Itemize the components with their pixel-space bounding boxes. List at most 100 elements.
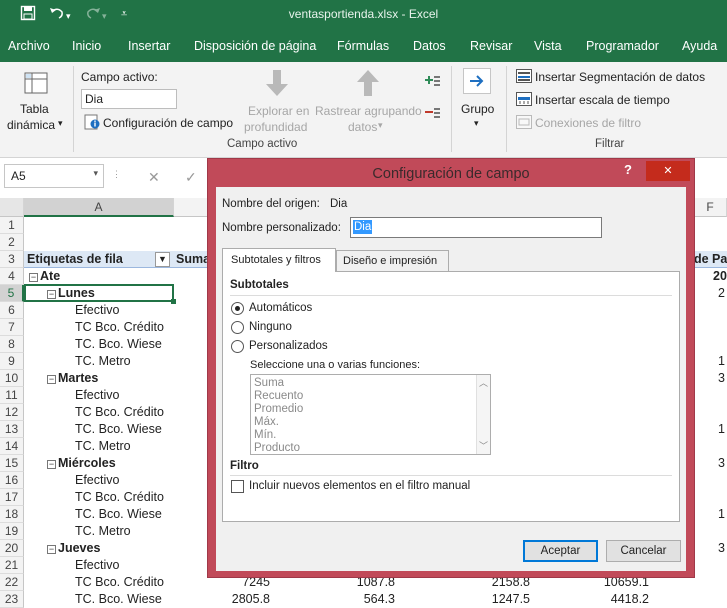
- row-header[interactable]: 3: [0, 251, 24, 268]
- active-field-input[interactable]: Dia: [81, 89, 177, 109]
- collapse-icon[interactable]: −: [29, 273, 38, 282]
- row-label: TC. Metro: [75, 524, 131, 538]
- pivot-table-icon: [23, 70, 49, 99]
- drill-up-label-2[interactable]: datos: [348, 120, 377, 134]
- group-miercoles[interactable]: − Miércoles: [47, 455, 116, 472]
- tab-insertar[interactable]: Insertar: [128, 39, 170, 53]
- group-ate[interactable]: − Ate: [29, 268, 60, 285]
- drill-down-label-1[interactable]: Explorar en: [248, 104, 309, 118]
- list-item[interactable]: Máx.: [254, 416, 279, 428]
- custom-name-input[interactable]: Dia: [350, 217, 602, 238]
- radio-custom[interactable]: [231, 340, 244, 353]
- functions-listbox[interactable]: Suma Recuento Promedio Máx. Mín. Product…: [250, 374, 491, 455]
- row-header[interactable]: 19: [0, 523, 24, 540]
- drill-up-label-1[interactable]: Rastrear agrupando: [315, 104, 422, 118]
- dialog-body: Nombre del origen: Dia Nombre personaliz…: [216, 187, 686, 571]
- chevron-down-icon[interactable]: ▾: [58, 118, 63, 129]
- row-header[interactable]: 10: [0, 370, 24, 387]
- chevron-down-icon[interactable]: ▾: [93, 168, 98, 179]
- tab-revisar[interactable]: Revisar: [470, 39, 512, 53]
- row-label: Efectivo: [75, 473, 120, 487]
- row-header[interactable]: 21: [0, 557, 24, 574]
- row-header[interactable]: 17: [0, 489, 24, 506]
- field-settings-button[interactable]: Configuración de campo: [103, 116, 233, 130]
- enter-formula-icon[interactable]: ✓: [185, 169, 197, 186]
- tab-archivo[interactable]: Archivo: [8, 39, 50, 53]
- row-header[interactable]: 16: [0, 472, 24, 489]
- row-header[interactable]: 22: [0, 574, 24, 591]
- row-header[interactable]: 15: [0, 455, 24, 472]
- scroll-up-icon[interactable]: ︿: [479, 376, 488, 389]
- include-new-checkbox[interactable]: [231, 480, 244, 493]
- row-header[interactable]: 12: [0, 404, 24, 421]
- include-new-label[interactable]: Incluir nuevos elementos en el filtro ma…: [249, 480, 470, 492]
- cancel-button[interactable]: Cancelar: [606, 540, 681, 562]
- row-header[interactable]: 14: [0, 438, 24, 455]
- accept-button[interactable]: Aceptar: [523, 540, 598, 562]
- group-martes[interactable]: − Martes: [47, 370, 98, 387]
- help-button[interactable]: ?: [624, 162, 632, 177]
- tab-datos[interactable]: Datos: [413, 39, 446, 53]
- tab-diseno[interactable]: Diseño e impresión: [336, 250, 449, 271]
- collapse-icon[interactable]: −: [47, 545, 56, 554]
- col-header-f[interactable]: F: [694, 198, 727, 217]
- name-box[interactable]: A5 ▾: [4, 164, 104, 188]
- row-header[interactable]: 4: [0, 268, 24, 285]
- row-header[interactable]: 9: [0, 353, 24, 370]
- group-button[interactable]: Grupo: [461, 102, 494, 116]
- collapse-icon[interactable]: −: [47, 290, 56, 299]
- expand-field-icon[interactable]: [425, 74, 441, 91]
- drill-down-label-2[interactable]: profundidad: [244, 120, 307, 134]
- list-item[interactable]: Recuento: [254, 390, 303, 402]
- row-header[interactable]: 7: [0, 319, 24, 336]
- radio-custom-label[interactable]: Personalizados: [249, 340, 328, 352]
- filter-connections-button[interactable]: Conexiones de filtro: [535, 116, 641, 130]
- list-item[interactable]: Suma: [254, 377, 284, 389]
- filter-dropdown-icon[interactable]: ▼: [155, 252, 170, 267]
- radio-automatic-label[interactable]: Automáticos: [249, 302, 312, 314]
- tab-vista[interactable]: Vista: [534, 39, 562, 53]
- pivot-table-label-1[interactable]: Tabla: [20, 102, 49, 116]
- insert-timeline-button[interactable]: Insertar escala de tiempo: [535, 93, 670, 107]
- tab-inicio[interactable]: Inicio: [72, 39, 101, 53]
- tab-disposicion[interactable]: Disposición de página: [194, 39, 316, 53]
- row-header[interactable]: 20: [0, 540, 24, 557]
- group-jueves[interactable]: − Jueves: [47, 540, 100, 557]
- col-header-a[interactable]: A: [24, 198, 174, 217]
- tab-ayuda[interactable]: Ayuda: [682, 39, 717, 53]
- row-header[interactable]: 8: [0, 336, 24, 353]
- select-all-corner[interactable]: [0, 198, 24, 217]
- collapse-field-icon[interactable]: [425, 106, 441, 123]
- row-label: Efectivo: [75, 388, 120, 402]
- tab-formulas[interactable]: Fórmulas: [337, 39, 389, 53]
- row-label: Jueves: [58, 541, 101, 555]
- list-item[interactable]: Promedio: [254, 403, 303, 415]
- scrollbar[interactable]: ︿ ﹀: [476, 375, 490, 454]
- list-item[interactable]: Mín.: [254, 429, 276, 441]
- row-header[interactable]: 5: [0, 285, 24, 302]
- list-item[interactable]: Producto: [254, 442, 300, 454]
- collapse-icon[interactable]: −: [47, 375, 56, 384]
- close-icon[interactable]: ✕: [646, 161, 690, 181]
- collapse-icon[interactable]: −: [47, 460, 56, 469]
- radio-automatic[interactable]: [231, 302, 244, 315]
- scroll-down-icon[interactable]: ﹀: [479, 439, 488, 452]
- row-header[interactable]: 18: [0, 506, 24, 523]
- tab-programador[interactable]: Programador: [586, 39, 659, 53]
- cancel-formula-icon[interactable]: ✕: [148, 169, 160, 186]
- row-header[interactable]: 13: [0, 421, 24, 438]
- chevron-down-icon[interactable]: ▾: [474, 118, 479, 129]
- row-header[interactable]: 1: [0, 217, 24, 234]
- pivot-table-label-2[interactable]: dinámica: [7, 118, 55, 132]
- fill-handle[interactable]: [171, 299, 176, 304]
- row-header[interactable]: 11: [0, 387, 24, 404]
- tab-subtotales[interactable]: Subtotales y filtros: [222, 248, 336, 272]
- insert-slicer-button[interactable]: Insertar Segmentación de datos: [535, 70, 705, 84]
- group-lunes[interactable]: − Lunes: [47, 285, 95, 302]
- ribbon-separator: [73, 66, 74, 152]
- chevron-down-icon[interactable]: ▾: [378, 120, 383, 131]
- row-header[interactable]: 2: [0, 234, 24, 251]
- radio-none-label[interactable]: Ninguno: [249, 321, 292, 333]
- row-header[interactable]: 6: [0, 302, 24, 319]
- radio-none[interactable]: [231, 321, 244, 334]
